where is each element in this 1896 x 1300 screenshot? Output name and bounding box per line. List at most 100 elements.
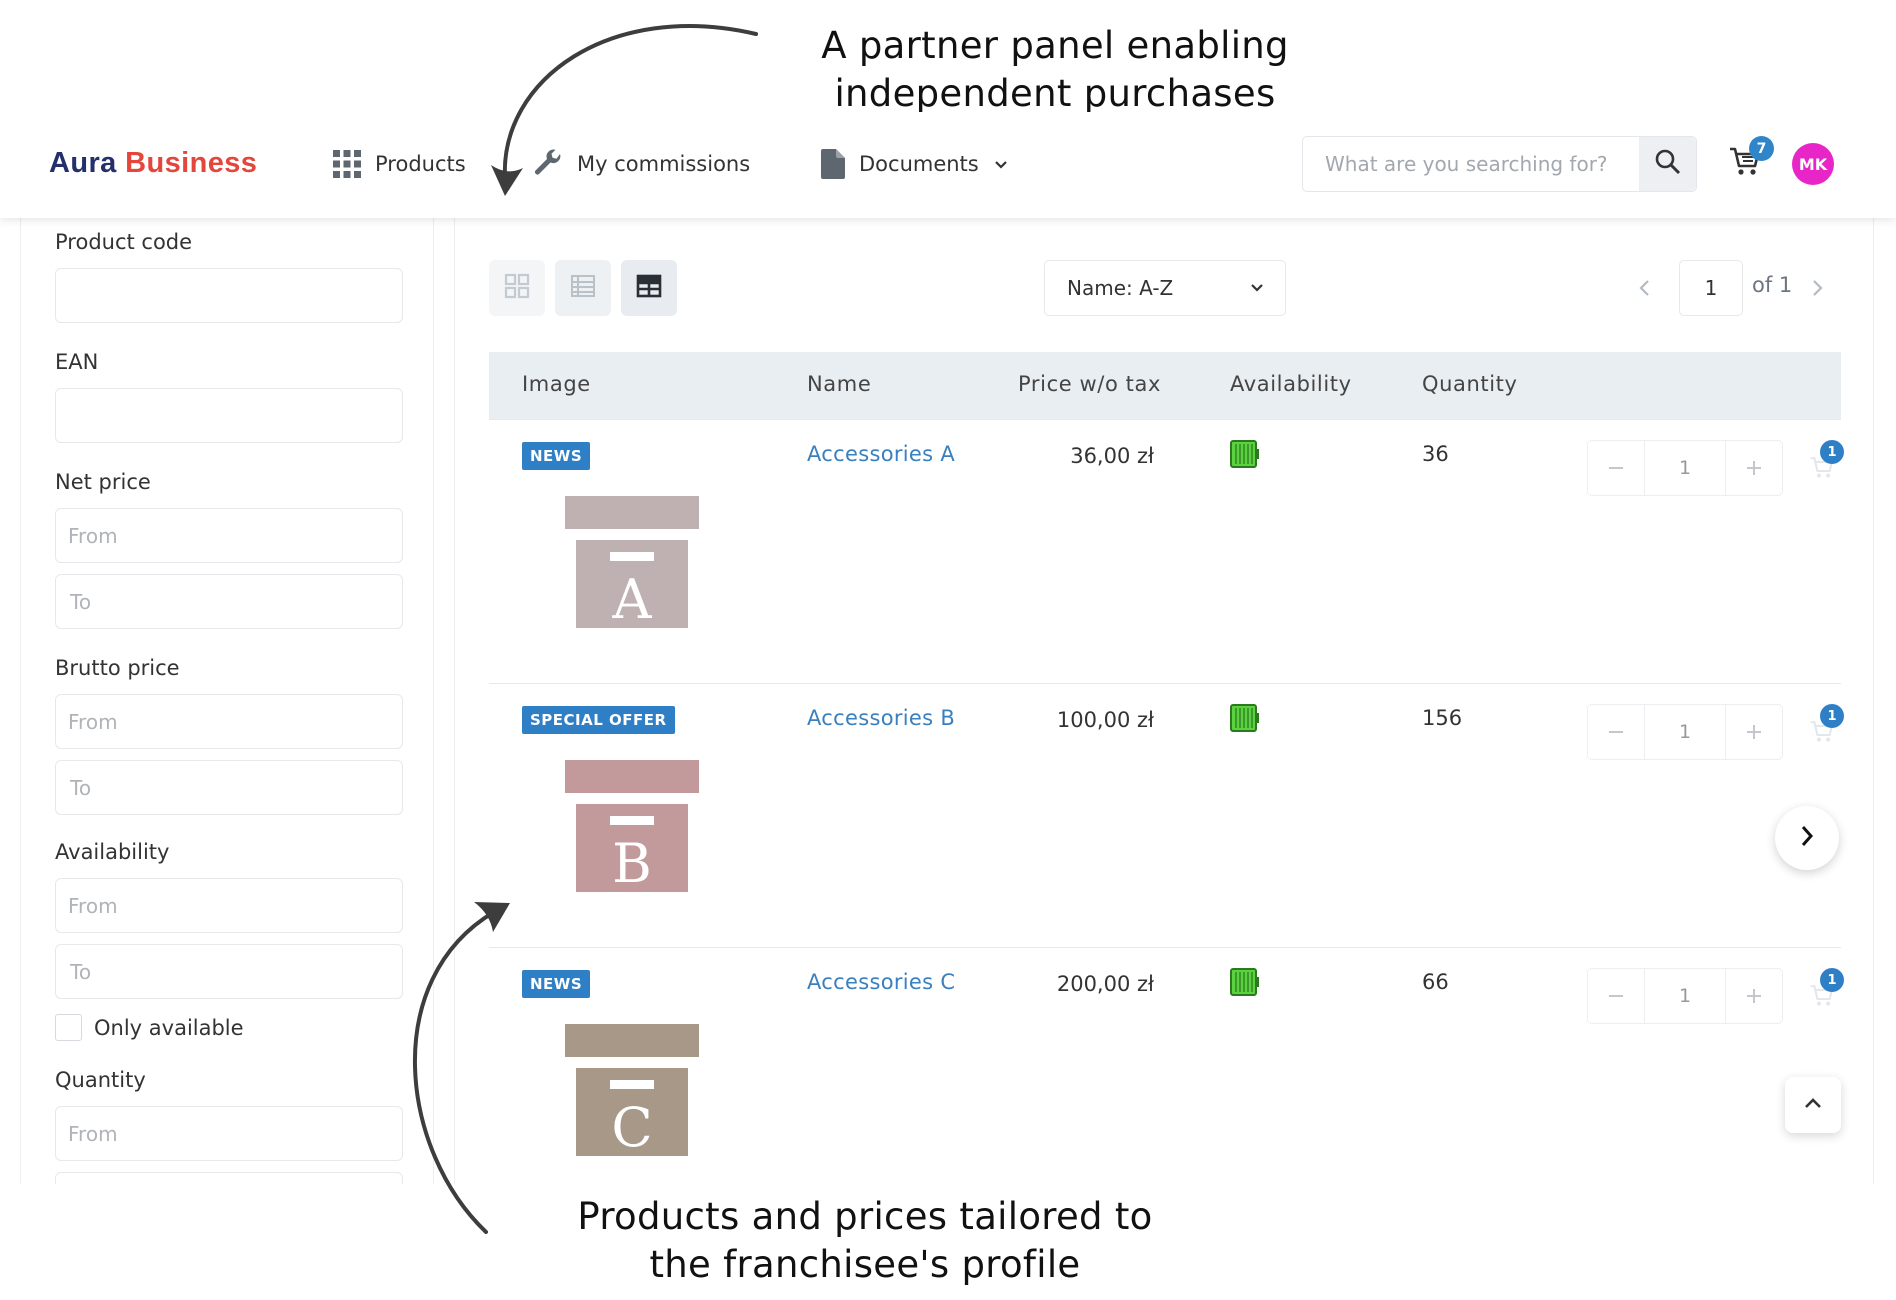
view-grid-button[interactable] <box>489 260 545 316</box>
only-available-checkbox[interactable]: Only available <box>55 1014 244 1041</box>
stepper-value[interactable]: 1 <box>1644 705 1726 759</box>
product-name-link[interactable]: Accessories B <box>807 706 955 730</box>
product-image-letter: A <box>612 568 653 631</box>
search-button[interactable] <box>1639 137 1696 191</box>
increment-button[interactable] <box>1726 705 1782 759</box>
products-table: Image Name Price w/o tax Availability Qu… <box>489 352 1844 1184</box>
filter-availability-from[interactable] <box>55 878 403 933</box>
chevron-down-icon <box>1249 276 1265 300</box>
pagination-next-button[interactable] <box>1807 273 1827 307</box>
table-view-icon <box>636 273 662 303</box>
view-table-button[interactable] <box>621 260 677 316</box>
battery-full-icon <box>1230 968 1260 1000</box>
row-cart-count-badge: 1 <box>1820 440 1844 464</box>
wrench-icon <box>533 149 563 179</box>
product-name-link[interactable]: Accessories C <box>807 970 955 994</box>
decrement-button[interactable] <box>1588 705 1644 759</box>
product-image[interactable]: C <box>565 1024 701 1164</box>
filter-quantity-to[interactable] <box>55 1172 403 1184</box>
product-image-letter: C <box>611 1096 652 1159</box>
cart-icon <box>1728 147 1762 183</box>
sort-value: Name: A-Z <box>1067 276 1174 300</box>
battery-full-icon <box>1230 704 1260 736</box>
annotation-top: A partner panel enabling independent pur… <box>821 24 1289 115</box>
top-navigation-bar: Aura Business Products My commissions Do… <box>0 112 1896 218</box>
filter-net-price-from[interactable] <box>55 508 403 563</box>
quantity-stepper: 1 <box>1587 704 1783 760</box>
row-cart-count-badge: 1 <box>1820 704 1844 728</box>
product-image-letter: B <box>612 832 652 895</box>
pagination-total: of 1 <box>1752 273 1793 297</box>
filter-net-price-to[interactable] <box>55 574 403 629</box>
filter-ean-input[interactable] <box>55 388 403 443</box>
sort-select[interactable]: Name: A-Z <box>1044 260 1286 316</box>
grid-icon <box>333 150 361 178</box>
increment-button[interactable] <box>1726 441 1782 495</box>
filters-sidebar: Product code EAN Net price Brutto price … <box>20 218 434 1184</box>
filter-brutto-price-to[interactable] <box>55 760 403 815</box>
column-header-price: Price w/o tax <box>1018 372 1162 396</box>
filter-availability-to[interactable] <box>55 944 403 999</box>
search-icon <box>1655 149 1681 179</box>
increment-button[interactable] <box>1726 969 1782 1023</box>
row-cart-count-badge: 1 <box>1820 968 1844 992</box>
product-name-link[interactable]: Accessories A <box>807 442 955 466</box>
product-quantity: 36 <box>1422 442 1449 466</box>
nav-products[interactable]: Products <box>333 144 466 184</box>
nav-products-label: Products <box>375 152 466 176</box>
carousel-next-button[interactable] <box>1775 806 1839 870</box>
search-box <box>1302 136 1697 192</box>
filter-brutto-price-from[interactable] <box>55 694 403 749</box>
search-input[interactable] <box>1303 137 1639 191</box>
filter-net-price-label: Net price <box>55 470 151 494</box>
scroll-to-top-button[interactable] <box>1785 1077 1841 1133</box>
table-row: NEWS C Accessories C 200,00 zł 66 1 1 <box>489 947 1844 1184</box>
table-row: SPECIAL OFFER B Accessories B 100,00 zł 156 1… <box>489 683 1844 947</box>
filter-availability-label: Availability <box>55 840 170 864</box>
decrement-button[interactable] <box>1588 969 1644 1023</box>
product-badge: NEWS <box>522 970 591 998</box>
column-header-image: Image <box>522 372 591 396</box>
filter-ean-label: EAN <box>55 350 99 374</box>
pagination-prev-button[interactable] <box>1635 273 1655 307</box>
nav-my-commissions-label: My commissions <box>577 152 751 176</box>
quantity-stepper: 1 <box>1587 968 1783 1024</box>
logo-part2: Business <box>125 147 258 179</box>
table-header: Image Name Price w/o tax Availability Qu… <box>489 352 1841 419</box>
stepper-value[interactable]: 1 <box>1644 441 1726 495</box>
chevron-right-icon <box>1796 823 1818 853</box>
product-badge: NEWS <box>522 442 591 470</box>
nav-documents[interactable]: Documents <box>821 144 1009 184</box>
column-header-name: Name <box>807 372 872 396</box>
filter-product-code-input[interactable] <box>55 268 403 323</box>
product-price: 100,00 zł <box>1056 708 1154 732</box>
only-available-label: Only available <box>94 1015 244 1040</box>
annotation-bottom: Products and prices tailored to the fran… <box>577 1195 1153 1286</box>
product-price: 200,00 zł <box>1056 972 1154 996</box>
battery-full-icon <box>1230 440 1260 472</box>
product-image[interactable]: A <box>565 496 701 636</box>
nav-documents-label: Documents <box>859 152 979 176</box>
list-view-icon <box>570 273 596 303</box>
logo[interactable]: Aura Business <box>49 147 257 180</box>
quantity-stepper: 1 <box>1587 440 1783 496</box>
product-quantity: 66 <box>1422 970 1449 994</box>
filter-brutto-price-label: Brutto price <box>55 656 180 680</box>
nav-my-commissions[interactable]: My commissions <box>533 144 750 184</box>
product-price: 36,00 zł <box>1070 444 1154 468</box>
filter-quantity-from[interactable] <box>55 1106 403 1161</box>
chevron-up-icon <box>1802 1092 1824 1118</box>
product-quantity: 156 <box>1422 706 1463 730</box>
product-list-panel: Name: A-Z of 1 Image Name Price w/o tax … <box>454 218 1874 1184</box>
app-window: Aura Business Products My commissions Do… <box>0 112 1896 1184</box>
pagination-page-input[interactable] <box>1679 260 1743 316</box>
column-header-availability: Availability <box>1230 372 1352 396</box>
stepper-value[interactable]: 1 <box>1644 969 1726 1023</box>
decrement-button[interactable] <box>1588 441 1644 495</box>
user-avatar[interactable]: MK <box>1792 143 1834 185</box>
logo-part1: Aura <box>49 147 117 179</box>
product-image[interactable]: B <box>565 760 701 900</box>
checkbox-box[interactable] <box>55 1014 82 1041</box>
table-row: NEWS A Accessories A 36,00 zł 36 1 1 <box>489 419 1844 683</box>
view-list-button[interactable] <box>555 260 611 316</box>
